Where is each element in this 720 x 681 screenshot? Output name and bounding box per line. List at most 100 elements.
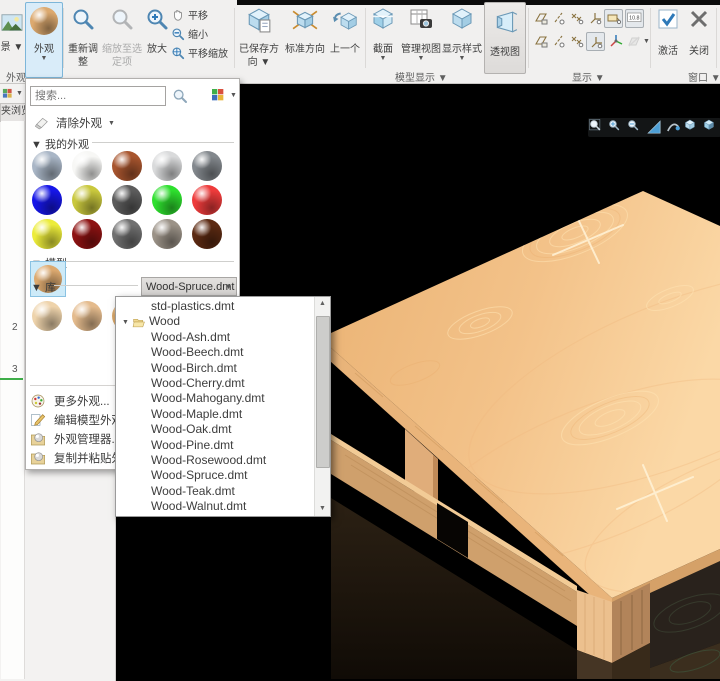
zoom-in-icon bbox=[145, 7, 169, 31]
dropdown-item[interactable]: Wood-Pine.dmt bbox=[117, 438, 315, 453]
model-tree-area[interactable] bbox=[1, 121, 25, 679]
datum-axis-toggle[interactable] bbox=[550, 9, 567, 26]
appearance-swatch-olive-yellow[interactable] bbox=[72, 185, 102, 215]
appearance-swatch-blue[interactable] bbox=[32, 185, 62, 215]
dropdown-scrollbar[interactable]: ▲ ▼ bbox=[314, 297, 330, 516]
appearance-swatch-copper-brown[interactable] bbox=[112, 151, 142, 181]
pan-zoom-button[interactable]: 平移缩放 bbox=[171, 44, 228, 61]
search-icon[interactable] bbox=[172, 88, 188, 104]
viewport-reorient-icon[interactable] bbox=[665, 119, 682, 136]
appearance-swatch-stone[interactable] bbox=[152, 219, 182, 249]
display-style-button[interactable]: 显示样式 ▼ bbox=[442, 2, 482, 76]
dropdown-item[interactable]: Wood-Cherry.dmt bbox=[117, 376, 315, 391]
group-label-model-display[interactable]: 模型显示 ▼ bbox=[395, 69, 448, 84]
manage-views-caret-icon: ▼ bbox=[400, 55, 442, 62]
caret-down-icon[interactable]: ▼ bbox=[643, 38, 650, 45]
perspective-icon bbox=[492, 8, 518, 36]
datum-rotcenter-toggle[interactable] bbox=[607, 32, 624, 49]
datum-axis-toggle[interactable] bbox=[550, 32, 567, 49]
datum-tag-toggle[interactable] bbox=[604, 9, 623, 28]
appearance-swatch-yellow[interactable] bbox=[32, 219, 62, 249]
tree-item[interactable]: 2 bbox=[12, 322, 18, 333]
datum-plane-toggle[interactable] bbox=[532, 32, 549, 49]
perspective-view-button[interactable]: 透视图 bbox=[484, 2, 526, 74]
close-x-icon bbox=[687, 7, 711, 31]
viewport-zout-icon[interactable] bbox=[627, 119, 644, 136]
dropdown-item[interactable]: Wood-Mahogany.dmt bbox=[117, 391, 315, 406]
section-library[interactable]: ▼ 库 bbox=[31, 279, 56, 295]
refit-button[interactable]: 重新调 整 bbox=[65, 2, 101, 76]
dropdown-item[interactable]: Wood-Ash.dmt bbox=[117, 330, 315, 345]
viewport-section-icon[interactable] bbox=[703, 119, 720, 136]
datum-csys-toggle[interactable] bbox=[586, 9, 603, 26]
previous-view-button[interactable]: 上一个 bbox=[328, 2, 362, 76]
navigator-toolbar[interactable]: ▼ bbox=[2, 88, 23, 99]
folder-sphere-icon bbox=[30, 450, 46, 466]
folder-browser-tab[interactable]: 夹浏览 bbox=[0, 103, 28, 122]
dropdown-item[interactable]: Wood-Walnut.dmt bbox=[117, 499, 315, 514]
pan-button[interactable]: 平移 bbox=[171, 6, 208, 23]
dropdown-item[interactable]: Wood-Teak.dmt bbox=[117, 484, 315, 499]
manage-views-button[interactable]: 管理视图 ▼ bbox=[400, 2, 442, 76]
dropdown-item[interactable]: Wood-Oak.dmt bbox=[117, 422, 315, 437]
dropdown-item[interactable]: std-plastics.dmt bbox=[117, 299, 315, 314]
appearance-swatch-gray[interactable] bbox=[112, 219, 142, 249]
viewport-refit-icon[interactable] bbox=[589, 119, 606, 136]
appearance-swatch-green[interactable] bbox=[152, 185, 182, 215]
zoom-out-button[interactable]: 缩小 bbox=[171, 25, 208, 42]
group-label-display[interactable]: 显示 ▼ bbox=[572, 69, 605, 84]
datum-pointx-toggle[interactable] bbox=[568, 32, 585, 49]
group-label-window[interactable]: 窗口 ▼ bbox=[688, 69, 720, 84]
appearance-gallery-button[interactable]: 外观 ▼ bbox=[25, 2, 63, 78]
section-button[interactable]: 截面 ▼ bbox=[368, 2, 398, 76]
saved-orientations-button[interactable]: 已保存方 向 ▼ bbox=[236, 2, 282, 76]
dropdown-folder-wood[interactable]: ▼Wood bbox=[117, 314, 315, 329]
viewport-repaint-icon[interactable] bbox=[646, 119, 663, 136]
scroll-thumb[interactable] bbox=[316, 316, 330, 468]
datum-csys-toggle[interactable] bbox=[586, 32, 605, 51]
zoom-to-selected-button: 缩放至选 定项 bbox=[102, 2, 142, 76]
scroll-up-icon[interactable]: ▲ bbox=[315, 297, 330, 311]
appearance-swatch-dark-gray[interactable] bbox=[112, 185, 142, 215]
search-input[interactable] bbox=[30, 86, 166, 106]
section-my-appearances[interactable]: ▼ 我的外观 bbox=[31, 136, 89, 152]
dropdown-item[interactable]: Wood-Spruce.dmt bbox=[117, 468, 315, 483]
zoom-in-button[interactable]: 放大 bbox=[143, 2, 171, 76]
folder-expand-icon[interactable]: ▼ bbox=[122, 319, 129, 326]
tree-item[interactable]: 3 bbox=[12, 364, 18, 375]
caret-down-icon[interactable]: ▼ bbox=[230, 92, 237, 99]
dropdown-item[interactable]: Wood-Rosewood.dmt bbox=[117, 453, 315, 468]
appearance-swatch-blue-gray[interactable] bbox=[32, 151, 62, 181]
dropdown-item[interactable]: Wood-Birch.dmt bbox=[117, 361, 315, 376]
datum-plane-toggle[interactable] bbox=[532, 9, 549, 26]
appearance-swatch-dark-wood[interactable] bbox=[192, 219, 222, 249]
appearance-swatch-wood-light[interactable] bbox=[32, 301, 62, 331]
appearance-swatch-dark-red[interactable] bbox=[72, 219, 102, 249]
close-window-button[interactable]: 关闭 bbox=[684, 2, 714, 76]
appearance-swatch-red[interactable] bbox=[192, 185, 222, 215]
dropdown-item[interactable]: Wood-Beech.dmt bbox=[117, 345, 315, 360]
appearance-caret-icon: ▼ bbox=[26, 55, 62, 62]
scene-gallery-button[interactable]: 景 ▼ bbox=[0, 2, 24, 76]
folder-sphere-icon bbox=[30, 431, 46, 447]
caret-down-icon: ▼ bbox=[16, 90, 23, 97]
activate-button[interactable]: 激活 bbox=[653, 2, 683, 76]
appearance-swatch-light-silver[interactable] bbox=[152, 151, 182, 181]
viewport-style-icon[interactable] bbox=[684, 119, 701, 136]
appearance-swatch-dark-chrome[interactable] bbox=[192, 151, 222, 181]
standard-orientation-button[interactable]: 标准方向 bbox=[284, 2, 326, 76]
view-options-icon[interactable] bbox=[210, 87, 226, 103]
display-style-icon bbox=[450, 7, 474, 31]
clear-appearance-button[interactable]: 清除外观 ▼ bbox=[34, 115, 115, 131]
datum-dim-toggle[interactable]: 10.8 bbox=[625, 9, 644, 28]
refit-magnifier-icon bbox=[71, 7, 95, 31]
datum-pointx-toggle[interactable] bbox=[568, 9, 585, 26]
library-combo[interactable]: Wood-Spruce.dmt ▼ bbox=[141, 277, 237, 296]
scroll-down-icon[interactable]: ▼ bbox=[315, 502, 330, 516]
appearance-swatch-white[interactable] bbox=[72, 151, 102, 181]
dropdown-item[interactable]: Wood-Maple.dmt bbox=[117, 407, 315, 422]
appearance-swatch-wood-mid[interactable] bbox=[72, 301, 102, 331]
library-dropdown-popup: std-plastics.dmt▼WoodWood-Ash.dmtWood-Be… bbox=[115, 296, 331, 517]
datum-annot-toggle[interactable] bbox=[625, 32, 642, 49]
viewport-zin-icon[interactable] bbox=[608, 119, 625, 136]
